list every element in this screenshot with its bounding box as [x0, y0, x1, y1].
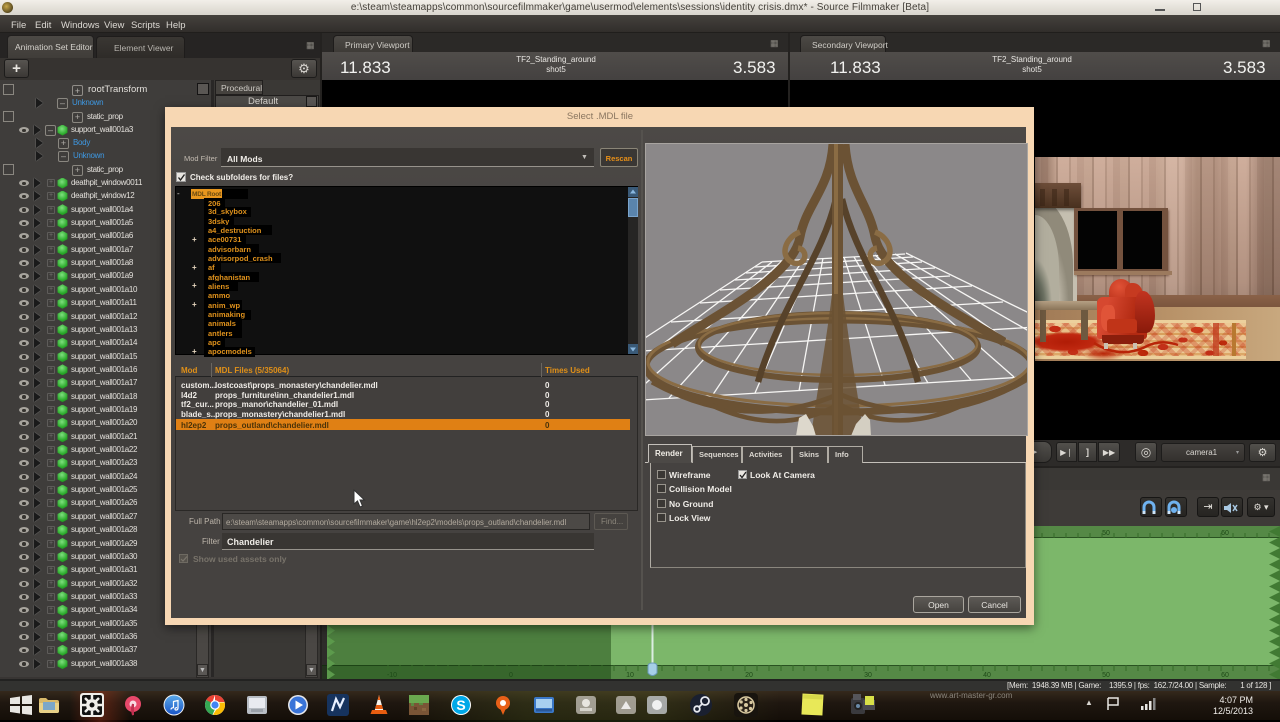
svg-text:-10: -10 — [387, 672, 397, 679]
svg-text:30: 30 — [864, 672, 872, 679]
svg-text:50: 50 — [1102, 530, 1110, 537]
svg-text:60: 60 — [1221, 672, 1229, 679]
svg-text:50: 50 — [1102, 672, 1110, 679]
svg-text:60: 60 — [1221, 530, 1229, 537]
svg-text:40: 40 — [983, 672, 991, 679]
svg-text:S: S — [456, 697, 465, 713]
svg-text:10: 10 — [626, 672, 634, 679]
svg-text:0: 0 — [509, 672, 513, 679]
svg-text:20: 20 — [745, 672, 753, 679]
